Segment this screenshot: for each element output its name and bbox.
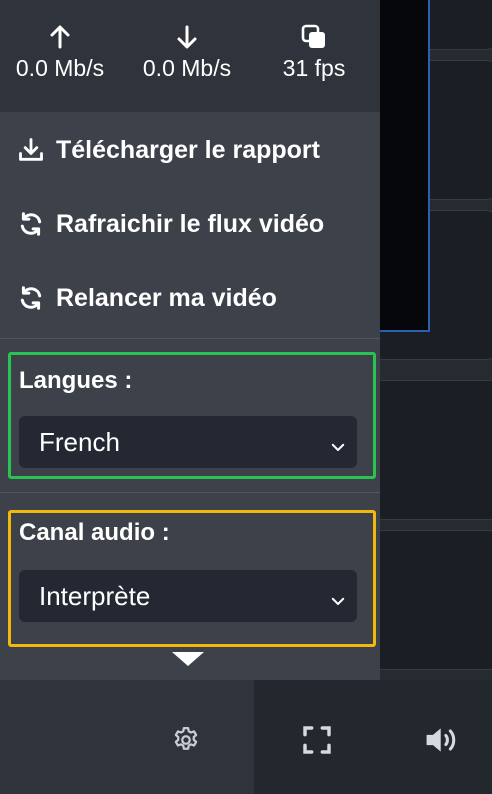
arrow-down-icon [127,24,247,54]
download-rate: 0.0 Mb/s [142,55,232,81]
chevron-down-icon [329,432,347,463]
refresh-icon [16,209,46,239]
download-report-button[interactable]: Télécharger le rapport [16,130,320,170]
chevron-down-icon [329,586,347,617]
settings-panel: 0.0 Mb/s 0.0 Mb/s 31 fps Télécharger le … [0,0,380,680]
audio-channel-label: Canal audio : [19,519,170,546]
fullscreen-icon [303,726,331,754]
download-icon [16,135,46,165]
language-selected-value: French [39,426,120,457]
audio-channel-selected-value: Interprète [39,580,151,611]
framerate-value: 31 fps [282,55,346,81]
divider [0,338,380,339]
refresh-stream-button[interactable]: Rafraichir le flux vidéo [16,204,324,244]
upload-stat: 0.0 Mb/s [0,24,120,82]
stats-bar: 0.0 Mb/s 0.0 Mb/s 31 fps [0,0,380,112]
panel-pointer-caret [172,652,204,666]
refresh-icon [16,283,46,313]
fullscreen-button[interactable] [299,722,335,758]
upload-rate: 0.0 Mb/s [15,55,105,81]
restart-video-label: Relancer ma vidéo [56,283,277,312]
refresh-stream-label: Rafraichir le flux vidéo [56,209,325,238]
language-group: Langues : French [8,352,376,479]
volume-button[interactable] [424,722,460,758]
audio-channel-select[interactable]: Interprète [19,570,357,622]
download-report-label: Télécharger le rapport [56,135,320,164]
framerate-stat: 31 fps [254,24,374,82]
arrow-up-icon [0,24,120,54]
restart-video-button[interactable]: Relancer ma vidéo [16,278,277,318]
language-select[interactable]: French [19,416,357,468]
audio-channel-group: Canal audio : Interprète [8,510,376,647]
copy-icon [254,24,374,54]
language-label: Langues : [19,367,133,394]
volume-icon [426,728,456,752]
gear-icon [174,727,198,750]
settings-button[interactable] [168,722,204,758]
divider [0,492,380,493]
control-bar [0,680,492,794]
download-stat: 0.0 Mb/s [127,24,247,82]
